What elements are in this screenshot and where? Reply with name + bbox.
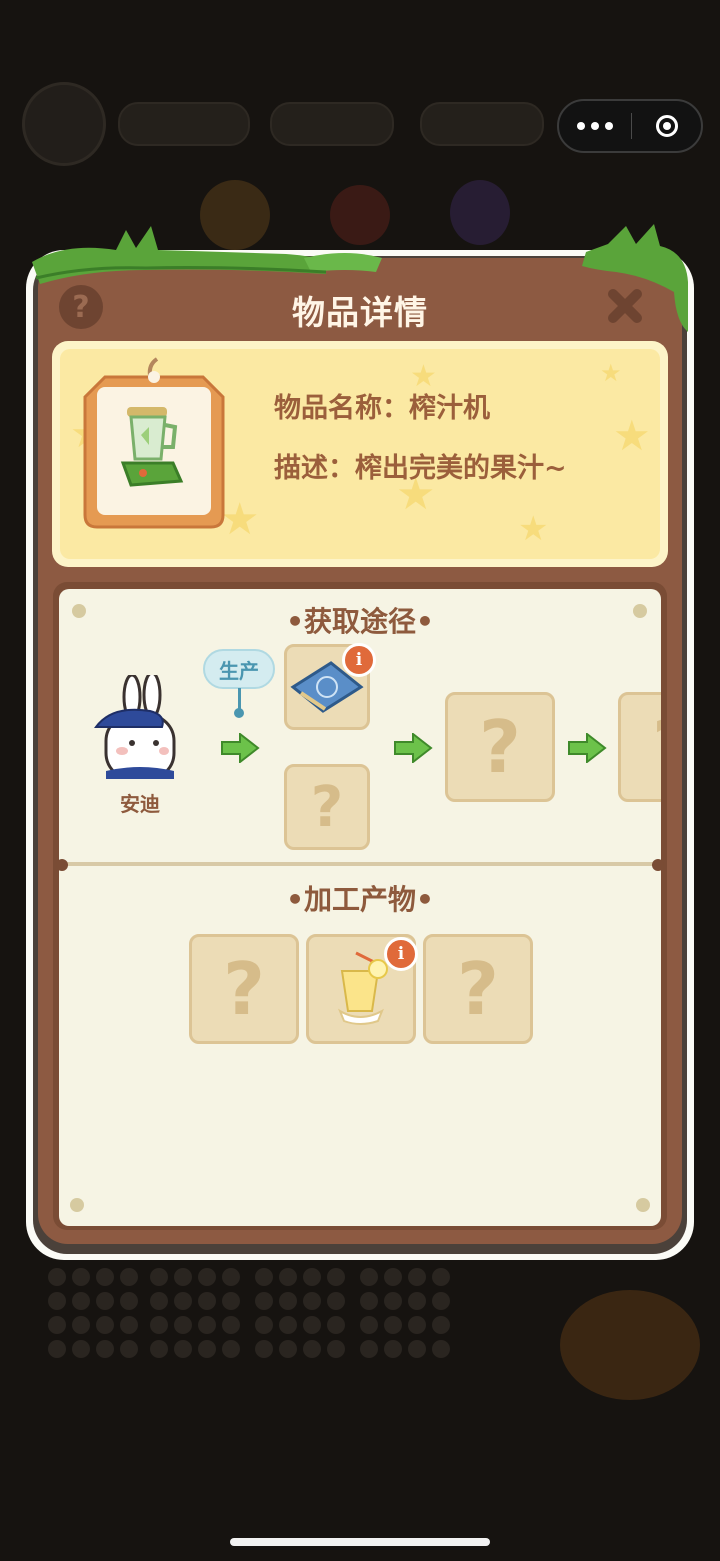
arrow-right-icon	[221, 733, 260, 763]
question-icon: ?	[310, 774, 344, 840]
question-icon: ?	[457, 947, 499, 1031]
question-icon: ?	[223, 947, 265, 1031]
background-grid	[255, 1268, 345, 1358]
corner-dot	[633, 604, 647, 618]
background-grid	[360, 1268, 450, 1358]
home-indicator	[230, 1538, 490, 1546]
miniprogram-capsule	[557, 99, 703, 153]
divider-dot	[652, 859, 664, 871]
info-badge-icon[interactable]: i	[342, 643, 376, 677]
question-icon: ?	[479, 705, 521, 789]
products-section-title: •加工产物•	[286, 883, 434, 916]
info-badge-icon[interactable]: i	[384, 937, 418, 971]
section-divider	[60, 862, 660, 866]
unknown-product-slot: ?	[423, 934, 533, 1044]
acquire-section-title: •获取途径•	[286, 605, 434, 638]
npc-name-label: 安迪	[120, 792, 160, 816]
pumpkin-icon	[560, 1290, 700, 1400]
currency-pill	[270, 102, 394, 146]
arrow-right-icon	[568, 733, 607, 763]
star-decoration: ★	[600, 359, 622, 387]
currency-pill	[420, 102, 544, 146]
close-button[interactable]	[603, 284, 647, 328]
star-decoration: ★	[613, 411, 651, 460]
star-decoration: ★	[518, 509, 549, 549]
background-grid	[150, 1268, 240, 1358]
level-badge	[22, 82, 106, 166]
produce-bubble: 生产	[203, 649, 275, 689]
corner-dot	[636, 1198, 650, 1212]
unknown-item-slot: ?	[284, 764, 370, 850]
item-name-label: 物品名称：榨汁机	[274, 393, 490, 424]
corner-dot	[70, 1198, 84, 1212]
arrow-right-icon	[394, 733, 433, 763]
divider-dot	[56, 859, 68, 871]
npc-andy-avatar[interactable]	[92, 675, 188, 779]
item-description-label: 描述：榨出完美的果汁~	[274, 453, 567, 484]
currency-pill	[118, 102, 250, 146]
more-menu-button[interactable]	[559, 122, 631, 130]
corner-dot	[72, 604, 86, 618]
question-icon: ?	[652, 705, 661, 789]
exit-miniprogram-button[interactable]	[632, 115, 701, 137]
target-icon	[655, 115, 678, 137]
star-decoration: ★	[220, 494, 260, 545]
unknown-item-slot: ?	[618, 692, 661, 802]
question-icon: ?	[72, 289, 90, 325]
close-x-icon	[608, 289, 642, 323]
help-button[interactable]: ?	[59, 285, 103, 329]
item-tag-frame	[83, 357, 225, 529]
bubble-dot	[234, 708, 244, 718]
slot-clip: ?	[618, 692, 661, 802]
background-grid	[48, 1268, 138, 1358]
unknown-item-slot: ?	[445, 692, 555, 802]
unknown-product-slot: ?	[189, 934, 299, 1044]
dialog-title: 物品详情	[292, 293, 428, 332]
